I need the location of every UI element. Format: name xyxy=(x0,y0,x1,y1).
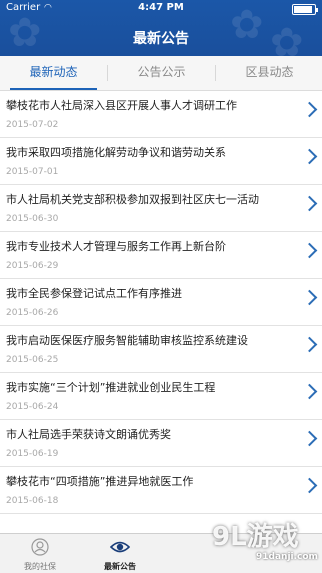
item-title: 攀枝花市“四项措施”推进异地就医工作 xyxy=(6,475,194,488)
item-title: 我市全民参保登记试点工作有序推进 xyxy=(6,287,182,300)
tab-label: 我的社保 xyxy=(24,562,56,571)
person-icon xyxy=(31,538,49,556)
chevron-right-icon xyxy=(301,289,318,306)
item-title: 我市专业技术人才管理与服务工作再上新台阶 xyxy=(6,240,226,253)
item-date: 2015-06-24 xyxy=(6,402,59,412)
chevron-right-icon xyxy=(301,477,318,494)
item-date: 2015-06-26 xyxy=(6,308,59,318)
eye-icon xyxy=(110,541,130,553)
tab-my-insurance[interactable]: 我的社保 xyxy=(10,534,70,573)
chevron-right-icon xyxy=(301,101,318,118)
chevron-right-icon xyxy=(301,148,318,165)
list-item[interactable]: 市人社局机关党支部积极参加双报到社区庆七一活动 2015-06-30 xyxy=(0,185,322,232)
list-item[interactable]: 我市启动医保医疗服务智能辅助审核监控系统建设 2015-06-25 xyxy=(0,326,322,373)
battery-icon xyxy=(292,4,318,15)
chevron-right-icon xyxy=(301,242,318,259)
tab-label: 最新公告 xyxy=(104,562,136,571)
tab-notices[interactable]: 公告公示 xyxy=(108,56,215,90)
list-item[interactable]: 我市全民参保登记试点工作有序推进 2015-06-26 xyxy=(0,279,322,326)
watermark-site: 91danji.com xyxy=(256,552,318,562)
segment-tabs: 最新动态 公告公示 区县动态 xyxy=(0,56,322,91)
list-item[interactable]: 市人社局选手荣获诗文朗诵优秀奖 2015-06-19 xyxy=(0,420,322,467)
tab-latest-notices[interactable]: 最新公告 xyxy=(90,534,150,573)
item-title: 我市启动医保医疗服务智能辅助审核监控系统建设 xyxy=(6,334,248,347)
status-time: 4:47 PM xyxy=(138,2,184,13)
list-item[interactable]: 攀枝花市“四项措施”推进异地就医工作 2015-06-18 xyxy=(0,467,322,514)
chevron-right-icon xyxy=(301,383,318,400)
chevron-right-icon xyxy=(301,195,318,212)
item-title: 市人社局选手荣获诗文朗诵优秀奖 xyxy=(6,428,171,441)
page-title: 最新公告 xyxy=(133,31,189,47)
item-date: 2015-06-29 xyxy=(6,261,59,271)
chevron-right-icon xyxy=(301,430,318,447)
item-title: 我市实施“三个计划”推进就业创业民生工程 xyxy=(6,381,216,394)
nav-header: ✿ ✿ ✿ Carrier ◠ 4:47 PM 最新公告 xyxy=(0,0,322,56)
item-date: 2015-06-19 xyxy=(6,449,59,459)
item-date: 2015-07-02 xyxy=(6,120,59,130)
item-title: 攀枝花市人社局深入县区开展人事人才调研工作 xyxy=(6,99,237,112)
list-item[interactable]: 我市实施“三个计划”推进就业创业民生工程 2015-06-24 xyxy=(0,373,322,420)
list-item[interactable]: 攀枝花市人社局深入县区开展人事人才调研工作 2015-07-02 xyxy=(0,91,322,138)
tab-district[interactable]: 区县动态 xyxy=(216,56,322,90)
item-date: 2015-06-25 xyxy=(6,355,59,365)
list-item[interactable]: 我市专业技术人才管理与服务工作再上新台阶 2015-06-29 xyxy=(0,232,322,279)
item-date: 2015-06-30 xyxy=(6,214,59,224)
item-title: 我市采取四项措施化解劳动争议和谐劳动关系 xyxy=(6,146,226,159)
tab-latest[interactable]: 最新动态 xyxy=(0,56,107,90)
item-date: 2015-07-01 xyxy=(6,167,59,177)
news-list: 攀枝花市人社局深入县区开展人事人才调研工作 2015-07-02 我市采取四项措… xyxy=(0,91,322,514)
status-bar: Carrier ◠ 4:47 PM xyxy=(0,0,322,18)
list-item[interactable]: 我市采取四项措施化解劳动争议和谐劳动关系 2015-07-01 xyxy=(0,138,322,185)
item-date: 2015-06-18 xyxy=(6,496,59,506)
watermark-brand: 9L游戏 xyxy=(212,522,299,552)
chevron-right-icon xyxy=(301,336,318,353)
item-title: 市人社局机关党支部积极参加双报到社区庆七一活动 xyxy=(6,193,259,206)
